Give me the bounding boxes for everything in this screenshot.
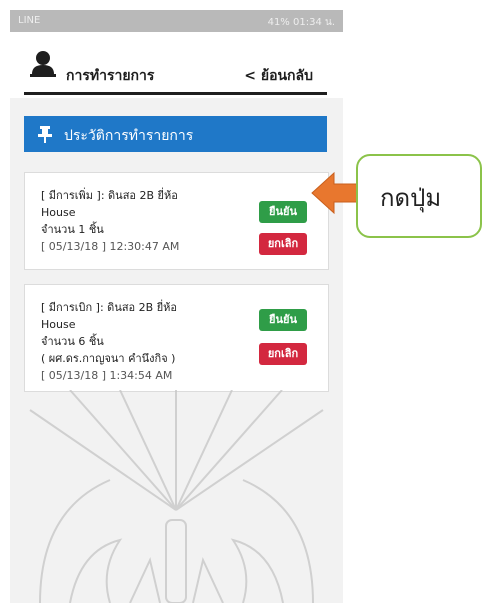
history-panel-header: ประวัติการทำรายการ (24, 116, 327, 152)
cancel-button[interactable]: ยกเลิก (259, 343, 307, 365)
back-button[interactable]: < ย้อนกลับ (244, 65, 313, 87)
cancel-button[interactable]: ยกเลิก (259, 233, 307, 255)
panel-title: ประวัติการทำรายการ (64, 128, 194, 144)
item-requester-line: ( ผศ.ดร.กาญจนา คำนึงกิจ ) (41, 352, 176, 365)
list-item: [ มีการเพิ่ม ]: ดินสอ 2B ยี่ห้อ House จำ… (24, 172, 329, 270)
item-brand-line: House (41, 318, 76, 331)
item-action-line: [ มีการเพิ่ม ]: ดินสอ 2B ยี่ห้อ (41, 189, 178, 202)
item-action-line: [ มีการเบิก ]: ดินสอ 2B ยี่ห้อ (41, 301, 178, 314)
status-bar: LINE 41% 01:34 น. (10, 10, 343, 32)
item-quantity-line: จำนวน 1 ชิ้น (41, 223, 104, 236)
watermark-emblem (10, 389, 343, 603)
confirm-button[interactable]: ยืนยัน (259, 201, 307, 223)
carrier-label: LINE (18, 15, 41, 26)
item-details: [ มีการเพิ่ม ]: ดินสอ 2B ยี่ห้อ House จำ… (41, 187, 241, 255)
header-divider (24, 92, 327, 95)
item-brand-line: House (41, 206, 76, 219)
item-timestamp: [ 05/13/18 ] 12:30:47 AM (41, 240, 180, 253)
pin-icon (36, 125, 54, 147)
user-icon (30, 50, 56, 82)
confirm-button[interactable]: ยืนยัน (259, 309, 307, 331)
item-timestamp: [ 05/13/18 ] 1:34:54 AM (41, 369, 173, 382)
app-header: การทำรายการ < ย้อนกลับ (10, 32, 343, 98)
annotation-label: กดปุ่ม (380, 184, 442, 212)
status-info: 41% 01:34 น. (267, 17, 335, 28)
item-details: [ มีการเบิก ]: ดินสอ 2B ยี่ห้อ House จำน… (41, 299, 241, 384)
list-item: [ มีการเบิก ]: ดินสอ 2B ยี่ห้อ House จำน… (24, 284, 329, 392)
item-quantity-line: จำนวน 6 ชิ้น (41, 335, 104, 348)
phone-screen: LINE 41% 01:34 น. การทำรายการ < ย้อนกลับ… (10, 10, 343, 603)
annotation-callout: กดปุ่ม (356, 154, 482, 238)
page-title: การทำรายการ (66, 68, 155, 84)
